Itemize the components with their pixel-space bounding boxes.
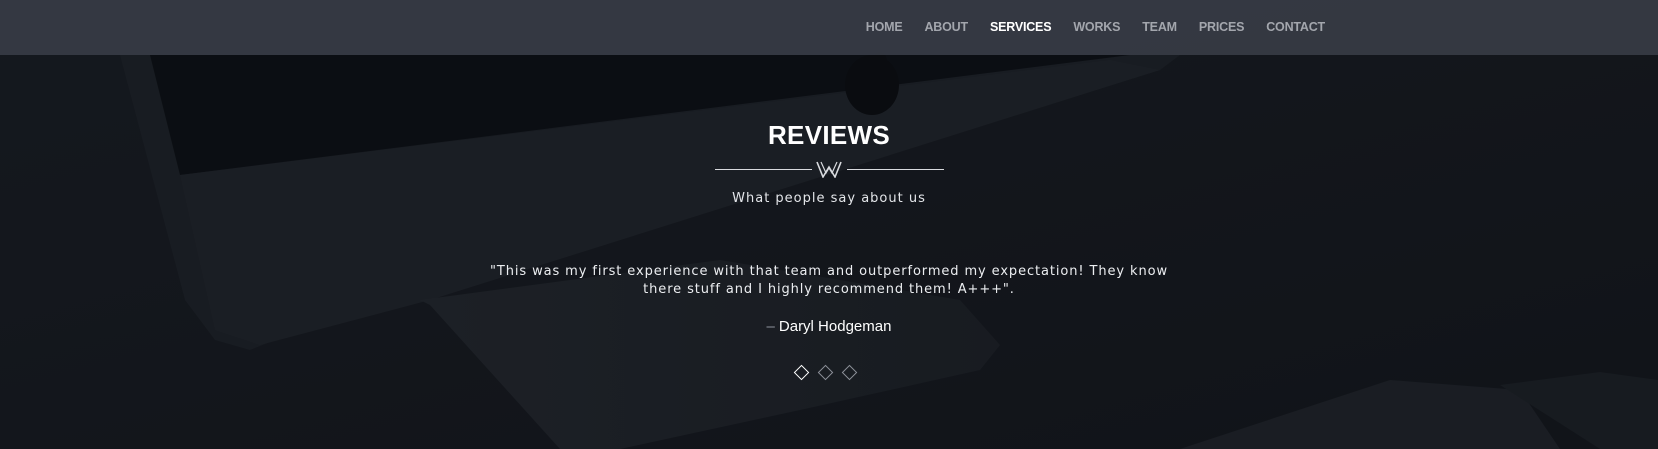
nav-item-team[interactable]: TEAM [1142,0,1177,55]
review-author: – Daryl Hodgeman [0,318,1658,335]
carousel-dot-3[interactable] [841,364,858,381]
page: HOME ABOUT SERVICES WORKS TEAM PRICES CO… [0,0,1658,449]
reviews-section: REVIEWS What people say about us "This w… [0,0,1658,449]
divider-line-left [715,169,812,170]
review-quote: "This was my first experience with that … [490,264,1168,297]
nav-item-works[interactable]: WORKS [1073,0,1120,55]
nav-item-prices[interactable]: PRICES [1199,0,1245,55]
section-title: REVIEWS [767,120,890,150]
divider-line-right [847,169,944,170]
title-divider [713,161,946,181]
nav-item-services[interactable]: SERVICES [990,0,1052,55]
nav-item-home[interactable]: HOME [866,0,903,55]
w-logo-icon [816,161,842,178]
author-dash: – [766,318,775,335]
carousel-dot-2[interactable] [817,364,834,381]
nav-item-about[interactable]: ABOUT [924,0,968,55]
nav-menu: HOME ABOUT SERVICES WORKS TEAM PRICES CO… [844,0,1325,55]
navbar: HOME ABOUT SERVICES WORKS TEAM PRICES CO… [0,0,1658,55]
author-name: Daryl Hodgeman [778,318,892,335]
carousel-pagination [793,364,858,381]
section-subtitle: What people say about us [732,191,926,206]
nav-item-contact[interactable]: CONTACT [1266,0,1325,55]
carousel-dot-1[interactable] [793,364,810,381]
